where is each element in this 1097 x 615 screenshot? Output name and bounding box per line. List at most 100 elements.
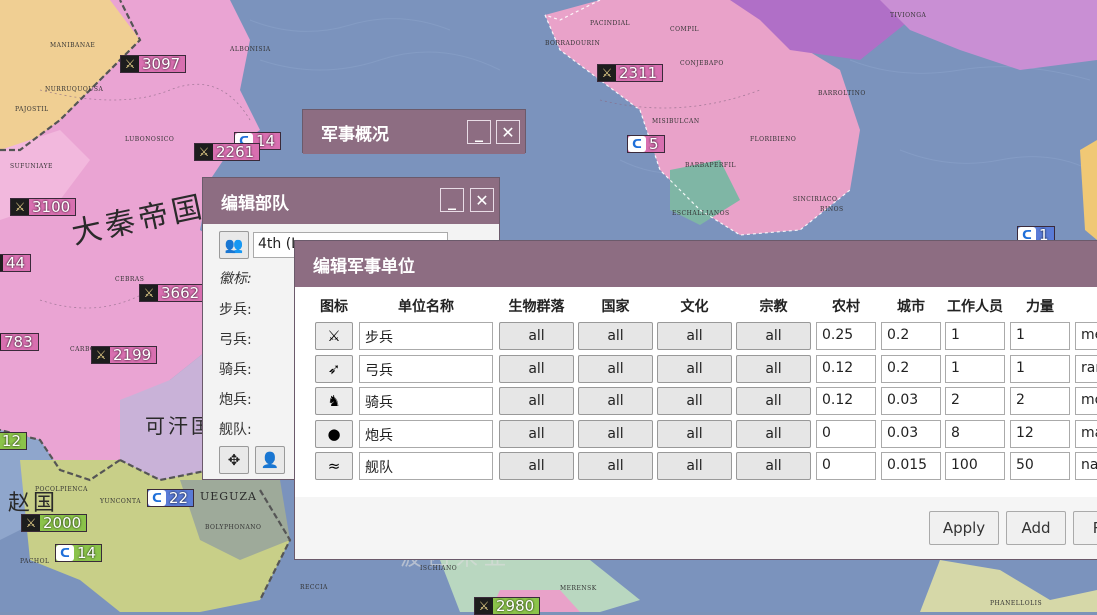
culture-select-button[interactable]: all: [657, 419, 732, 448]
army-marker[interactable]: ⚔ 2199: [91, 346, 158, 364]
religion-select-button[interactable]: all: [736, 419, 811, 448]
state-select-button[interactable]: all: [578, 354, 653, 383]
rural-input[interactable]: 0: [816, 452, 876, 480]
army-marker[interactable]: ⚔ 2261: [194, 143, 261, 161]
biome-select-button[interactable]: all: [499, 354, 574, 383]
unit-icon-button[interactable]: ≈: [315, 452, 353, 480]
minimize-button[interactable]: _: [467, 120, 491, 144]
urban-input[interactable]: 0.015: [881, 452, 941, 480]
urban-input[interactable]: 0.03: [881, 419, 941, 448]
town-label: BARBAPERFIL: [685, 162, 736, 169]
fleet-marker[interactable]: ᑕ 22: [147, 489, 195, 507]
town-label: RINOS: [820, 206, 844, 213]
army-marker[interactable]: ⚔ 2311: [597, 64, 664, 82]
power-input[interactable]: 50: [1010, 452, 1070, 480]
army-marker[interactable]: ⚔44: [0, 254, 32, 272]
unit-icon-button[interactable]: ➶: [315, 354, 353, 383]
type-select[interactable]: me: [1075, 322, 1097, 350]
window-titlebar[interactable]: 军事概况 _ ✕: [303, 110, 525, 154]
army-marker[interactable]: ⚔ 3100: [10, 198, 77, 216]
state-select-button[interactable]: all: [578, 322, 653, 350]
army-marker[interactable]: ⚔783: [0, 333, 39, 351]
unit-icon-button[interactable]: ●: [315, 419, 353, 448]
culture-select-button[interactable]: all: [657, 354, 732, 383]
town-label: MERENSK: [560, 585, 597, 592]
add-regiment-button[interactable]: 👤: [255, 446, 285, 474]
horse-icon: ♞: [327, 392, 341, 410]
minimize-button[interactable]: _: [440, 188, 464, 212]
move-army-button[interactable]: ✥: [219, 446, 249, 474]
crew-input[interactable]: 100: [945, 452, 1005, 480]
state-select-button[interactable]: all: [578, 387, 653, 415]
fleet-marker[interactable]: ᑕ5: [627, 135, 665, 153]
rural-input[interactable]: 0.25: [816, 322, 876, 350]
urban-input[interactable]: 0.2: [881, 354, 941, 383]
type-select[interactable]: na: [1075, 452, 1097, 480]
close-button[interactable]: ✕: [496, 120, 520, 144]
town-label: PACINDIAL: [590, 20, 631, 27]
culture-select-button[interactable]: all: [657, 452, 732, 480]
type-select[interactable]: rar: [1075, 354, 1097, 383]
state-select-button[interactable]: all: [578, 419, 653, 448]
fleet-label: 舰队:: [219, 422, 252, 438]
window-titlebar[interactable]: 编辑军事单位: [295, 241, 1097, 287]
header-biome: 生物群落: [508, 299, 565, 315]
window-title: 编辑军事单位: [313, 256, 415, 277]
religion-select-button[interactable]: all: [736, 322, 811, 350]
crew-input[interactable]: 1: [945, 354, 1005, 383]
army-marker[interactable]: ⚔ 2980: [474, 597, 541, 615]
header-religion: 宗教: [759, 299, 788, 315]
army-marker[interactable]: ⚔ 3662: [139, 284, 206, 302]
biome-select-button[interactable]: all: [499, 452, 574, 480]
add-button[interactable]: Add: [1006, 511, 1066, 545]
swords-icon: ⚔: [327, 327, 341, 345]
type-select[interactable]: mo: [1075, 387, 1097, 415]
urban-input[interactable]: 0.2: [881, 322, 941, 350]
crew-input[interactable]: 8: [945, 419, 1005, 448]
town-label: BARROLTINO: [818, 90, 866, 97]
type-select[interactable]: ma: [1075, 419, 1097, 448]
restore-button[interactable]: R: [1073, 511, 1097, 545]
town-label: BOLYPHONANO: [205, 524, 262, 531]
power-input[interactable]: 12: [1010, 419, 1070, 448]
unit-name-input[interactable]: 弓兵: [359, 354, 493, 383]
unit-name-input[interactable]: 炮兵: [359, 419, 493, 448]
power-input[interactable]: 1: [1010, 322, 1070, 350]
crew-input[interactable]: 2: [945, 387, 1005, 415]
biome-select-button[interactable]: all: [499, 419, 574, 448]
unit-name-input[interactable]: 骑兵: [359, 387, 493, 415]
state-select-button[interactable]: all: [578, 452, 653, 480]
army-marker[interactable]: ⚔12: [0, 432, 28, 450]
rural-input[interactable]: 0: [816, 419, 876, 448]
unit-icon-button[interactable]: ♞: [315, 387, 353, 415]
town-label: PHANELLOLIS: [990, 600, 1043, 607]
culture-select-button[interactable]: all: [657, 322, 732, 350]
wave-icon: ᑕ: [628, 136, 646, 152]
biome-select-button[interactable]: all: [499, 387, 574, 415]
rural-input[interactable]: 0.12: [816, 354, 876, 383]
religion-select-button[interactable]: all: [736, 387, 811, 415]
crew-input[interactable]: 1: [945, 322, 1005, 350]
add-user-icon: 👤: [260, 451, 280, 469]
fleet-marker[interactable]: ᑕ 14: [55, 544, 103, 562]
unit-icon-button[interactable]: ⚔: [315, 322, 353, 350]
biome-select-button[interactable]: all: [499, 322, 574, 350]
apply-button[interactable]: Apply: [929, 511, 999, 545]
army-marker[interactable]: ⚔ 3097: [120, 55, 187, 73]
power-input[interactable]: 1: [1010, 354, 1070, 383]
window-titlebar[interactable]: 编辑部队 _ ✕: [203, 178, 499, 224]
power-input[interactable]: 2: [1010, 387, 1070, 415]
unit-name-input[interactable]: 步兵: [359, 322, 493, 350]
unit-name-input[interactable]: 舰队: [359, 452, 493, 480]
religion-select-button[interactable]: all: [736, 354, 811, 383]
town-label: COMPIL: [670, 26, 700, 33]
close-button[interactable]: ✕: [470, 188, 494, 212]
army-marker[interactable]: ⚔ 2000: [21, 514, 88, 532]
rural-input[interactable]: 0.12: [816, 387, 876, 415]
army-type-button[interactable]: 👥: [219, 231, 249, 259]
culture-select-button[interactable]: all: [657, 387, 732, 415]
urban-input[interactable]: 0.03: [881, 387, 941, 415]
religion-select-button[interactable]: all: [736, 452, 811, 480]
military-overview-window: 军事概况 _ ✕: [302, 109, 526, 154]
label-ueguza: UEGUZA: [200, 490, 257, 503]
